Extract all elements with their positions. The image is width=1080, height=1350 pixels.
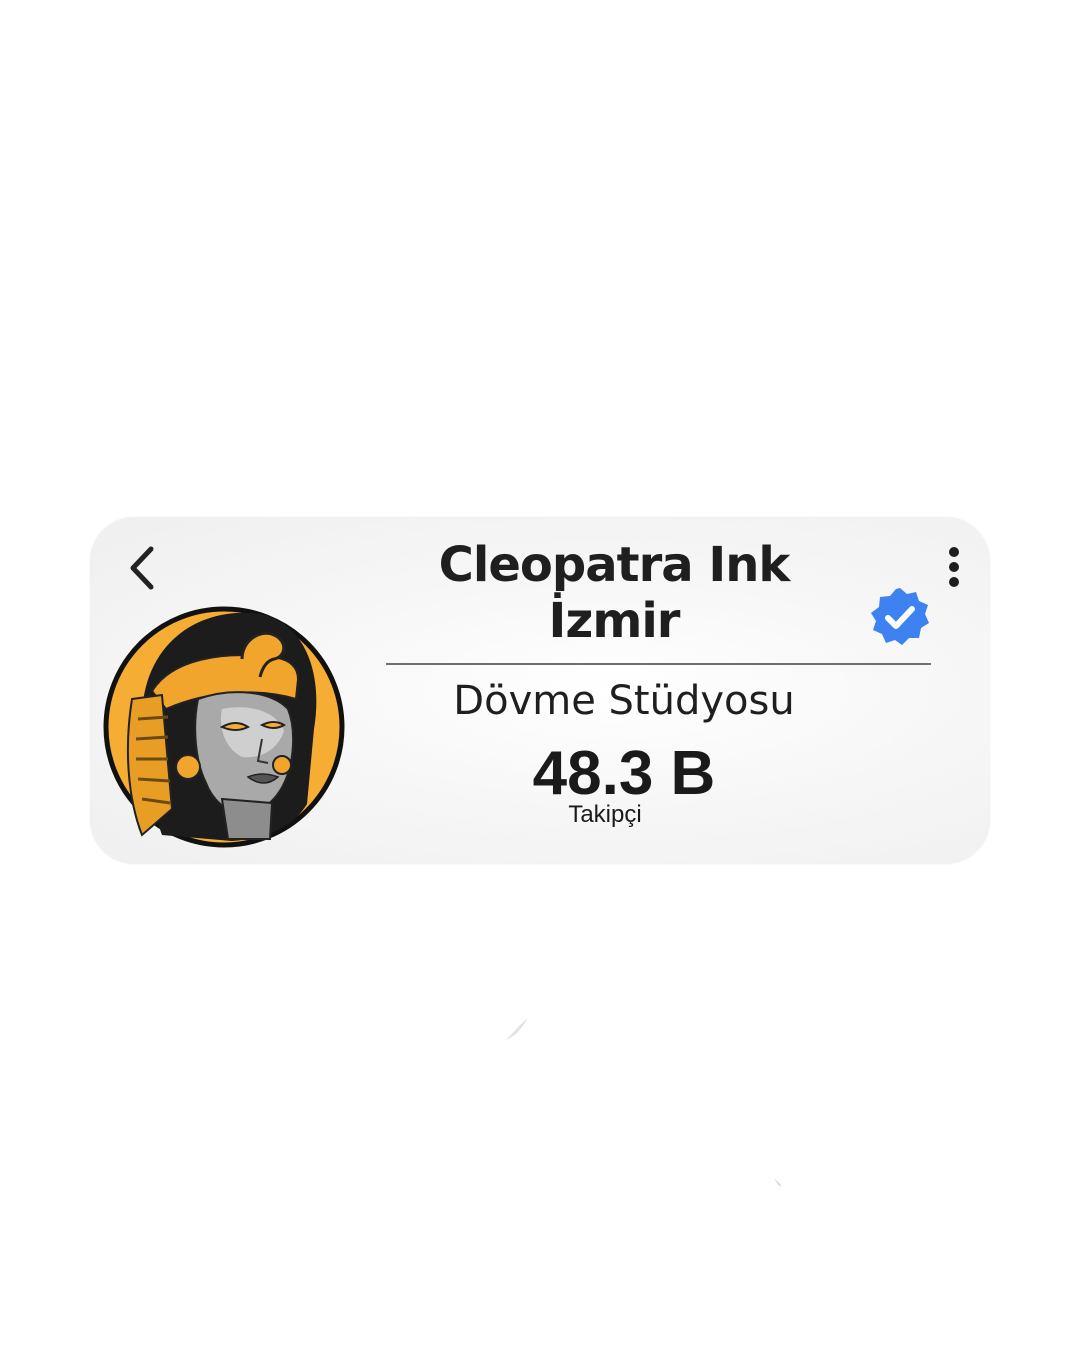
more-dot [949, 562, 959, 572]
followers-count[interactable]: 48.3 B [470, 739, 778, 809]
divider [386, 663, 931, 665]
followers-label[interactable]: Takipçi [520, 801, 690, 829]
stray-mark [506, 1018, 528, 1040]
avatar[interactable] [102, 599, 348, 851]
more-vertical-icon [949, 547, 959, 557]
page: Cleopatra Ink İzmir Dövme Stüdyosu 48.3 … [0, 0, 1080, 1350]
profile-name-line1: Cleopatra Ink [438, 537, 791, 593]
profile-card: Cleopatra Ink İzmir Dövme Stüdyosu 48.3 … [90, 517, 990, 864]
more-dot [949, 577, 959, 587]
verified-badge-icon [871, 588, 929, 645]
back-button[interactable] [120, 543, 164, 593]
profile-name: Cleopatra Ink İzmir [390, 537, 838, 649]
verified-badge [868, 585, 932, 649]
more-options-button[interactable] [936, 543, 972, 591]
profile-name-line2: İzmir [548, 593, 681, 649]
stray-mark [773, 1177, 782, 1186]
cleopatra-logo [103, 606, 345, 848]
profile-category: Dövme Stüdyosu [453, 678, 795, 724]
chevron-left-icon [130, 546, 154, 590]
